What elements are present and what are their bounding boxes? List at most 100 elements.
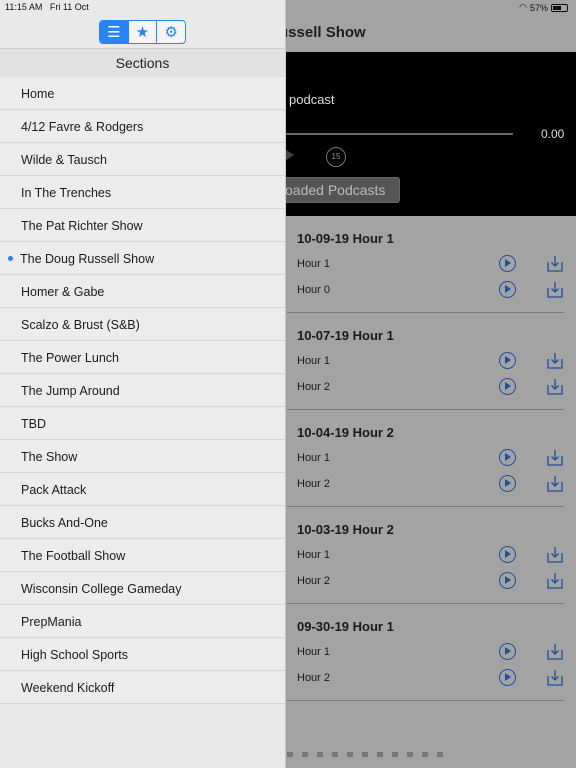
download-icon[interactable] xyxy=(547,378,563,395)
page-dot[interactable] xyxy=(302,752,308,757)
sidebar-item[interactable]: Scalzo & Brust (S&B) xyxy=(0,308,285,341)
download-icon[interactable] xyxy=(547,281,563,298)
page-dot[interactable] xyxy=(392,752,398,757)
sidebar-item-label: The Football Show xyxy=(21,549,126,563)
battery-icon xyxy=(551,3,568,12)
download-icon[interactable] xyxy=(547,449,563,466)
download-icon[interactable] xyxy=(547,475,563,492)
episode-row[interactable]: Hour 2 xyxy=(297,571,564,591)
progress-slider[interactable] xyxy=(285,133,513,135)
play-icon[interactable] xyxy=(499,669,516,686)
sidebar-item-label: Scalzo & Brust (S&B) xyxy=(21,318,140,332)
sidebar-item[interactable]: Home xyxy=(0,77,285,110)
play-icon[interactable] xyxy=(499,281,516,298)
sections-sidebar: 11:15 AM Fri 11 Oct ☰ ★ ⚙ Sections Home 4/1… xyxy=(0,0,285,768)
download-icon[interactable] xyxy=(547,255,563,272)
episode-row-label: Hour 2 xyxy=(297,478,331,490)
segment-list[interactable]: ☰ xyxy=(100,21,129,43)
segment-star[interactable]: ★ xyxy=(129,21,158,43)
sidebar-item[interactable]: In The Trenches xyxy=(0,176,285,209)
list-icon: ☰ xyxy=(107,24,121,41)
status-date: Fri 11 Oct xyxy=(49,2,89,12)
sidebar-item[interactable]: The Power Lunch xyxy=(0,341,285,374)
sidebar-item-label: The Doug Russell Show xyxy=(20,252,155,266)
sidebar-item[interactable]: Wisconsin College Gameday xyxy=(0,572,285,605)
play-icon[interactable] xyxy=(499,352,516,369)
sidebar-item[interactable]: The Show xyxy=(0,440,285,473)
play-icon[interactable] xyxy=(499,643,516,660)
skip-forward-icon[interactable]: 15 xyxy=(326,147,346,167)
episode-row-label: Hour 1 xyxy=(297,258,331,270)
play-icon[interactable] xyxy=(499,475,516,492)
battery-text: 57% xyxy=(529,2,548,13)
sidebar-item[interactable]: Wilde & Tausch xyxy=(0,143,285,176)
episode-row[interactable]: Hour 1 xyxy=(297,642,564,662)
sidebar-item[interactable]: Bucks And-One xyxy=(0,506,285,539)
download-icon[interactable] xyxy=(547,546,563,563)
page-dot[interactable] xyxy=(407,752,413,757)
episode-group: 10-03-19 Hour 2 Hour 1 Hour 2 xyxy=(287,507,564,604)
page-dot[interactable] xyxy=(332,752,338,757)
episode-group: 09-30-19 Hour 1 Hour 1 Hour 2 xyxy=(287,604,564,701)
star-icon: ★ xyxy=(135,24,150,41)
play-icon[interactable] xyxy=(499,546,516,563)
play-icon[interactable] xyxy=(499,449,516,466)
sidebar-item[interactable]: TBD xyxy=(0,407,285,440)
sidebar-item-label: Pack Attack xyxy=(21,483,87,497)
play-icon[interactable] xyxy=(499,572,516,589)
episode-group: 10-04-19 Hour 2 Hour 1 Hour 2 xyxy=(287,410,564,507)
page-dot[interactable] xyxy=(362,752,368,757)
episode-row-label: Hour 2 xyxy=(297,381,331,393)
episode-row[interactable]: Hour 1 xyxy=(297,351,564,371)
page-dot[interactable] xyxy=(317,752,323,757)
play-icon[interactable] xyxy=(499,255,516,272)
sidebar-item[interactable]: The Pat Richter Show xyxy=(0,209,285,242)
download-icon[interactable] xyxy=(547,669,563,686)
page-dot[interactable] xyxy=(347,752,353,757)
episode-group: 10-09-19 Hour 1 Hour 1 Hour 0 xyxy=(287,216,564,313)
page-dot[interactable] xyxy=(287,752,293,757)
sidebar-item-label: The Power Lunch xyxy=(21,351,119,365)
sidebar-item-label: Weekend Kickoff xyxy=(21,681,115,695)
page-indicator xyxy=(287,752,443,757)
sidebar-item-label: In The Trenches xyxy=(21,186,112,200)
sidebar-item[interactable]: Pack Attack xyxy=(0,473,285,506)
sidebar-item[interactable]: The Doug Russell Show xyxy=(0,242,285,275)
sidebar-item[interactable]: High School Sports xyxy=(0,638,285,671)
sidebar-item[interactable]: The Jump Around xyxy=(0,374,285,407)
page-dot[interactable] xyxy=(422,752,428,757)
episode-row[interactable]: Hour 2 xyxy=(297,474,564,494)
episode-row[interactable]: Hour 1 xyxy=(297,448,564,468)
sidebar-item[interactable]: The Football Show xyxy=(0,539,285,572)
download-icon[interactable] xyxy=(547,352,563,369)
sidebar-item[interactable]: Weekend Kickoff xyxy=(0,671,285,704)
page-dot[interactable] xyxy=(437,752,443,757)
sidebar-item-label: Homer & Gabe xyxy=(21,285,105,299)
episode-list: 10-09-19 Hour 1 Hour 1 Hour 0 10-07-19 Hour… xyxy=(287,216,576,701)
sidebar-item[interactable]: 4/12 Favre & Rodgers xyxy=(0,110,285,143)
episode-row-label: Hour 2 xyxy=(297,672,331,684)
episode-title: 10-04-19 Hour 2 xyxy=(297,425,394,440)
sidebar-item[interactable]: PrepMania xyxy=(0,605,285,638)
sidebar-item-label: Wilde & Tausch xyxy=(21,153,107,167)
episode-row[interactable]: Hour 1 xyxy=(297,254,564,274)
page-title: ussell Show xyxy=(279,24,366,41)
page-dot[interactable] xyxy=(377,752,383,757)
segment-gear[interactable]: ⚙ xyxy=(157,21,185,43)
episode-group: 10-07-19 Hour 1 Hour 1 Hour 2 xyxy=(287,313,564,410)
wifi-icon: ◠ xyxy=(519,2,527,12)
episode-title: 10-09-19 Hour 1 xyxy=(297,231,394,246)
sidebar-item[interactable]: Homer & Gabe xyxy=(0,275,285,308)
episode-row[interactable]: Hour 2 xyxy=(297,377,564,397)
download-icon[interactable] xyxy=(547,643,563,660)
download-icon[interactable] xyxy=(547,572,563,589)
sidebar-item-label: TBD xyxy=(21,417,46,431)
play-icon[interactable] xyxy=(499,378,516,395)
podcast-title: podcast xyxy=(289,92,335,107)
episode-row[interactable]: Hour 0 xyxy=(297,280,564,300)
sidebar-item-label: High School Sports xyxy=(21,648,129,662)
episode-row[interactable]: Hour 1 xyxy=(297,545,564,565)
sidebar-item-label: Bucks And-One xyxy=(21,516,108,530)
episode-row-label: Hour 1 xyxy=(297,549,331,561)
episode-row[interactable]: Hour 2 xyxy=(297,668,564,688)
